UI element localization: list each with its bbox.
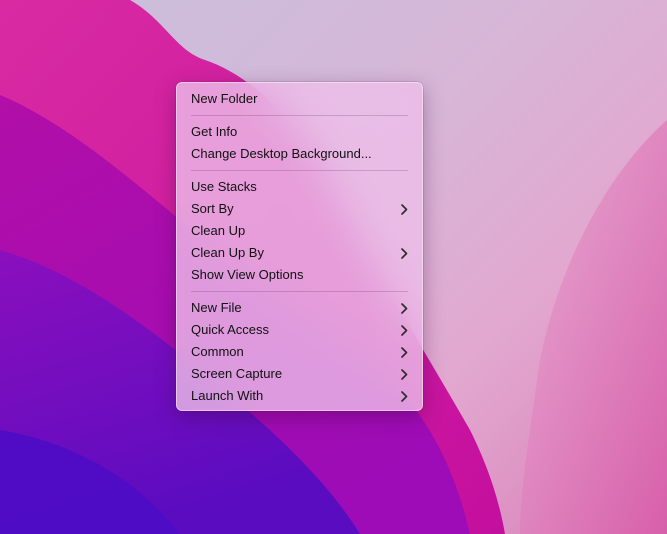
menu-item-get-info[interactable]: Get Info xyxy=(177,121,422,143)
menu-item-label: Sort By xyxy=(191,201,234,216)
menu-item-screen-capture[interactable]: Screen Capture xyxy=(177,363,422,385)
menu-item-label: Get Info xyxy=(191,124,238,139)
menu-item-new-folder[interactable]: New Folder xyxy=(177,88,422,110)
menu-item-use-stacks[interactable]: Use Stacks xyxy=(177,176,422,198)
menu-item-clean-up[interactable]: Clean Up xyxy=(177,220,422,242)
menu-item-change-desktop-background[interactable]: Change Desktop Background... xyxy=(177,143,422,165)
menu-item-label: Show View Options xyxy=(191,267,304,282)
chevron-right-icon xyxy=(400,385,408,407)
chevron-right-icon xyxy=(400,297,408,319)
menu-item-label: New Folder xyxy=(191,91,258,106)
menu-item-label: Common xyxy=(191,344,244,359)
menu-item-label: Clean Up By xyxy=(191,245,264,260)
menu-separator xyxy=(177,286,422,297)
menu-item-launch-with[interactable]: Launch With xyxy=(177,385,422,407)
menu-item-quick-access[interactable]: Quick Access xyxy=(177,319,422,341)
chevron-right-icon xyxy=(400,341,408,363)
menu-item-common[interactable]: Common xyxy=(177,341,422,363)
menu-item-label: Launch With xyxy=(191,388,264,403)
menu-separator xyxy=(177,110,422,121)
menu-separator xyxy=(177,165,422,176)
menu-item-clean-up-by[interactable]: Clean Up By xyxy=(177,242,422,264)
menu-item-label: Change Desktop Background... xyxy=(191,146,372,161)
desktop-context-menu: New Folder Get Info Change Desktop Backgro… xyxy=(176,82,423,411)
menu-item-show-view-options[interactable]: Show View Options xyxy=(177,264,422,286)
menu-item-label: Screen Capture xyxy=(191,366,283,381)
menu-item-new-file[interactable]: New File xyxy=(177,297,422,319)
chevron-right-icon xyxy=(400,242,408,264)
menu-item-sort-by[interactable]: Sort By xyxy=(177,198,422,220)
menu-item-label: Use Stacks xyxy=(191,179,257,194)
menu-item-label: Clean Up xyxy=(191,223,246,238)
chevron-right-icon xyxy=(400,198,408,220)
desktop[interactable]: New Folder Get Info Change Desktop Backgro… xyxy=(0,0,667,534)
menu-item-label: Quick Access xyxy=(191,322,270,337)
chevron-right-icon xyxy=(400,363,408,385)
chevron-right-icon xyxy=(400,319,408,341)
menu-item-label: New File xyxy=(191,300,242,315)
